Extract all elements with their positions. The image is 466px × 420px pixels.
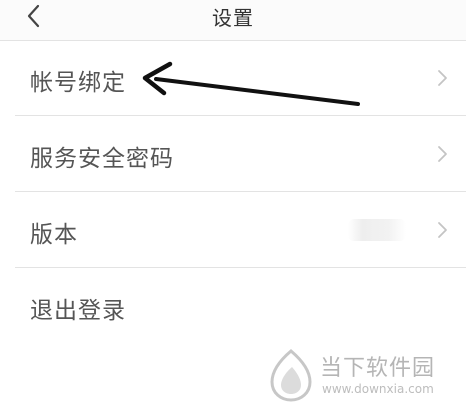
chevron-right-icon (436, 69, 448, 87)
settings-item-logout[interactable]: 退出登录 (0, 269, 466, 344)
divider (15, 267, 466, 268)
settings-item-version[interactable]: 版本 (0, 193, 466, 268)
annotation-arrow (142, 61, 360, 106)
nav-header: 设置 (0, 0, 466, 41)
watermark: 当下软件园 www.downxia.com (268, 348, 444, 404)
chevron-right-icon (436, 145, 448, 163)
page-title: 设置 (212, 6, 254, 30)
settings-item-label: 版本 (30, 222, 78, 248)
watermark-logo-icon (268, 348, 314, 402)
chevron-right-icon (436, 221, 448, 239)
settings-item-label: 帐号绑定 (30, 70, 126, 96)
version-value-blurred (348, 219, 406, 241)
settings-item-label: 退出登录 (30, 298, 126, 324)
watermark-url: www.downxia.com (322, 382, 434, 396)
divider (15, 191, 466, 192)
settings-item-label: 服务安全密码 (30, 146, 174, 172)
watermark-name: 当下软件园 (320, 356, 436, 381)
settings-item-service-security-password[interactable]: 服务安全密码 (0, 117, 466, 192)
divider (15, 115, 466, 116)
